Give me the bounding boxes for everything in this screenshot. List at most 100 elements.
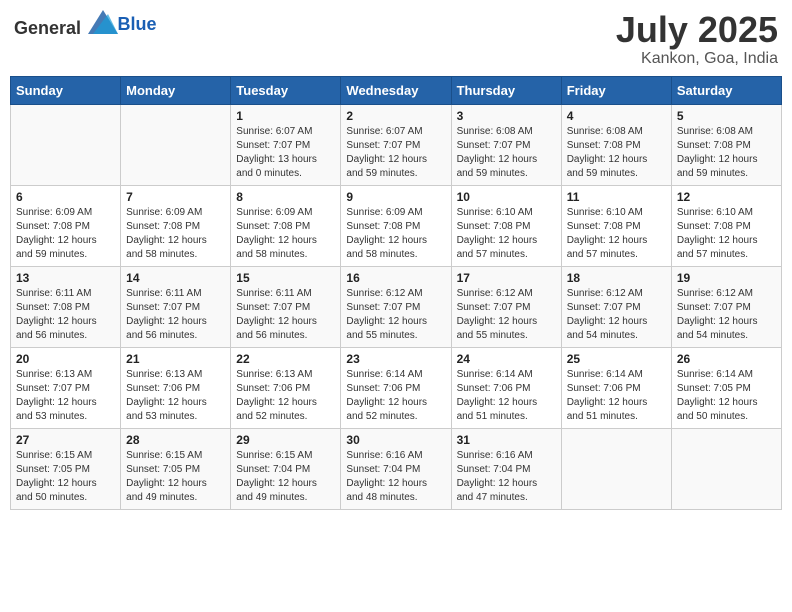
day-number: 28 — [126, 433, 225, 447]
calendar-cell: 15 Sunrise: 6:11 AM Sunset: 7:07 PM Dayli… — [231, 266, 341, 347]
calendar-cell: 20Sunrise: 6:13 AM Sunset: 7:07 PM Dayli… — [11, 347, 121, 428]
logo-blue: Blue — [118, 14, 157, 34]
calendar-cell: 7 Sunrise: 6:09 AM Sunset: 7:08 PM Daylig… — [121, 185, 231, 266]
day-number: 7 — [126, 190, 225, 204]
calendar-cell: 23Sunrise: 6:14 AM Sunset: 7:06 PM Dayli… — [341, 347, 451, 428]
column-header-sunday: Sunday — [11, 76, 121, 104]
calendar-cell: 3 Sunrise: 6:08 AM Sunset: 7:07 PM Daylig… — [451, 104, 561, 185]
calendar-cell: 9 Sunrise: 6:09 AM Sunset: 7:08 PM Daylig… — [341, 185, 451, 266]
day-info: Sunrise: 6:07 AM Sunset: 7:07 PM Dayligh… — [346, 125, 445, 181]
day-number: 24 — [457, 352, 556, 366]
day-number: 18 — [567, 271, 666, 285]
day-info: Sunrise: 6:12 AM Sunset: 7:07 PM Dayligh… — [457, 287, 556, 343]
calendar-table: SundayMondayTuesdayWednesdayThursdayFrid… — [10, 76, 782, 510]
day-number: 30 — [346, 433, 445, 447]
day-number: 16 — [346, 271, 445, 285]
day-info: Sunrise: 6:14 AM Sunset: 7:05 PM Dayligh… — [677, 368, 776, 424]
calendar-cell: 11Sunrise: 6:10 AM Sunset: 7:08 PM Dayli… — [561, 185, 671, 266]
day-info: Sunrise: 6:13 AM Sunset: 7:06 PM Dayligh… — [236, 368, 335, 424]
day-info: Sunrise: 6:10 AM Sunset: 7:08 PM Dayligh… — [567, 206, 666, 262]
day-info: Sunrise: 6:15 AM Sunset: 7:05 PM Dayligh… — [16, 449, 115, 505]
day-number: 17 — [457, 271, 556, 285]
calendar-week-row: 27 Sunrise: 6:15 AM Sunset: 7:05 PM Dayli… — [11, 428, 782, 509]
day-info: Sunrise: 6:13 AM Sunset: 7:07 PM Dayligh… — [16, 368, 115, 424]
day-info: Sunrise: 6:14 AM Sunset: 7:06 PM Dayligh… — [567, 368, 666, 424]
day-number: 29 — [236, 433, 335, 447]
month-title: July 2025 — [616, 10, 778, 50]
calendar-cell: 13 Sunrise: 6:11 AM Sunset: 7:08 PM Dayli… — [11, 266, 121, 347]
day-number: 5 — [677, 109, 776, 123]
day-info: Sunrise: 6:15 AM Sunset: 7:04 PM Dayligh… — [236, 449, 335, 505]
logo-icon — [88, 10, 118, 34]
day-number: 10 — [457, 190, 556, 204]
column-header-tuesday: Tuesday — [231, 76, 341, 104]
day-number: 23 — [346, 352, 445, 366]
page-header: General Blue July 2025 Kankon, Goa, Indi… — [10, 10, 782, 68]
day-info: Sunrise: 6:16 AM Sunset: 7:04 PM Dayligh… — [346, 449, 445, 505]
day-number: 19 — [677, 271, 776, 285]
day-number: 9 — [346, 190, 445, 204]
day-info: Sunrise: 6:15 AM Sunset: 7:05 PM Dayligh… — [126, 449, 225, 505]
day-info: Sunrise: 6:08 AM Sunset: 7:07 PM Dayligh… — [457, 125, 556, 181]
location: Kankon, Goa, India — [616, 50, 778, 68]
calendar-cell: 19Sunrise: 6:12 AM Sunset: 7:07 PM Dayli… — [671, 266, 781, 347]
day-info: Sunrise: 6:09 AM Sunset: 7:08 PM Dayligh… — [346, 206, 445, 262]
day-info: Sunrise: 6:09 AM Sunset: 7:08 PM Dayligh… — [16, 206, 115, 262]
calendar-week-row: 20Sunrise: 6:13 AM Sunset: 7:07 PM Dayli… — [11, 347, 782, 428]
calendar-cell: 10 Sunrise: 6:10 AM Sunset: 7:08 PM Dayli… — [451, 185, 561, 266]
column-header-thursday: Thursday — [451, 76, 561, 104]
day-info: Sunrise: 6:12 AM Sunset: 7:07 PM Dayligh… — [567, 287, 666, 343]
day-info: Sunrise: 6:11 AM Sunset: 7:08 PM Dayligh… — [16, 287, 115, 343]
calendar-cell: 2 Sunrise: 6:07 AM Sunset: 7:07 PM Daylig… — [341, 104, 451, 185]
calendar-cell: 14 Sunrise: 6:11 AM Sunset: 7:07 PM Dayli… — [121, 266, 231, 347]
day-info: Sunrise: 6:13 AM Sunset: 7:06 PM Dayligh… — [126, 368, 225, 424]
day-info: Sunrise: 6:14 AM Sunset: 7:06 PM Dayligh… — [457, 368, 556, 424]
day-info: Sunrise: 6:07 AM Sunset: 7:07 PM Dayligh… — [236, 125, 335, 181]
calendar-cell: 17 Sunrise: 6:12 AM Sunset: 7:07 PM Dayli… — [451, 266, 561, 347]
calendar-cell: 16Sunrise: 6:12 AM Sunset: 7:07 PM Dayli… — [341, 266, 451, 347]
day-info: Sunrise: 6:08 AM Sunset: 7:08 PM Dayligh… — [567, 125, 666, 181]
calendar-cell — [671, 428, 781, 509]
day-number: 2 — [346, 109, 445, 123]
day-number: 21 — [126, 352, 225, 366]
calendar-week-row: 1Sunrise: 6:07 AM Sunset: 7:07 PM Daylig… — [11, 104, 782, 185]
calendar-cell: 22 Sunrise: 6:13 AM Sunset: 7:06 PM Dayli… — [231, 347, 341, 428]
calendar-cell — [121, 104, 231, 185]
day-info: Sunrise: 6:08 AM Sunset: 7:08 PM Dayligh… — [677, 125, 776, 181]
calendar-cell: 28 Sunrise: 6:15 AM Sunset: 7:05 PM Dayli… — [121, 428, 231, 509]
day-info: Sunrise: 6:09 AM Sunset: 7:08 PM Dayligh… — [126, 206, 225, 262]
day-number: 15 — [236, 271, 335, 285]
day-number: 22 — [236, 352, 335, 366]
day-number: 13 — [16, 271, 115, 285]
calendar-cell: 6Sunrise: 6:09 AM Sunset: 7:08 PM Daylig… — [11, 185, 121, 266]
calendar-cell: 29 Sunrise: 6:15 AM Sunset: 7:04 PM Dayli… — [231, 428, 341, 509]
day-info: Sunrise: 6:10 AM Sunset: 7:08 PM Dayligh… — [457, 206, 556, 262]
day-number: 26 — [677, 352, 776, 366]
calendar-cell: 12Sunrise: 6:10 AM Sunset: 7:08 PM Dayli… — [671, 185, 781, 266]
calendar-cell: 26 Sunrise: 6:14 AM Sunset: 7:05 PM Dayli… — [671, 347, 781, 428]
day-info: Sunrise: 6:09 AM Sunset: 7:08 PM Dayligh… — [236, 206, 335, 262]
calendar-cell: 5 Sunrise: 6:08 AM Sunset: 7:08 PM Daylig… — [671, 104, 781, 185]
logo-general: General — [14, 18, 81, 38]
calendar-cell: 31Sunrise: 6:16 AM Sunset: 7:04 PM Dayli… — [451, 428, 561, 509]
calendar-cell: 24 Sunrise: 6:14 AM Sunset: 7:06 PM Dayli… — [451, 347, 561, 428]
calendar-cell — [11, 104, 121, 185]
day-number: 14 — [126, 271, 225, 285]
day-number: 27 — [16, 433, 115, 447]
column-header-monday: Monday — [121, 76, 231, 104]
calendar-cell: 30 Sunrise: 6:16 AM Sunset: 7:04 PM Dayli… — [341, 428, 451, 509]
logo: General Blue — [14, 10, 157, 39]
day-info: Sunrise: 6:10 AM Sunset: 7:08 PM Dayligh… — [677, 206, 776, 262]
column-header-friday: Friday — [561, 76, 671, 104]
day-info: Sunrise: 6:11 AM Sunset: 7:07 PM Dayligh… — [126, 287, 225, 343]
column-header-saturday: Saturday — [671, 76, 781, 104]
day-info: Sunrise: 6:16 AM Sunset: 7:04 PM Dayligh… — [457, 449, 556, 505]
calendar-cell — [561, 428, 671, 509]
day-info: Sunrise: 6:11 AM Sunset: 7:07 PM Dayligh… — [236, 287, 335, 343]
title-block: July 2025 Kankon, Goa, India — [616, 10, 778, 68]
calendar-header-row: SundayMondayTuesdayWednesdayThursdayFrid… — [11, 76, 782, 104]
day-number: 25 — [567, 352, 666, 366]
day-number: 3 — [457, 109, 556, 123]
calendar-cell: 18 Sunrise: 6:12 AM Sunset: 7:07 PM Dayli… — [561, 266, 671, 347]
calendar-cell: 27 Sunrise: 6:15 AM Sunset: 7:05 PM Dayli… — [11, 428, 121, 509]
